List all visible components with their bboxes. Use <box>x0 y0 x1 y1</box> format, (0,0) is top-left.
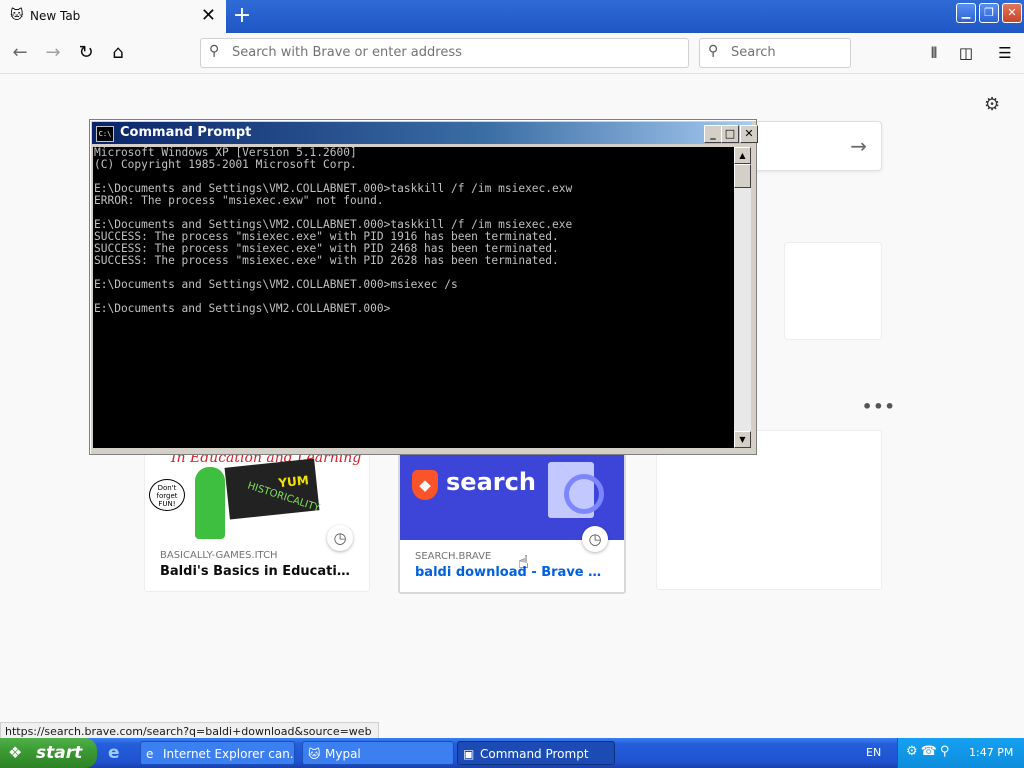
search-bar-placeholder: Search <box>731 45 776 60</box>
brave-lion-icon: ◆ <box>412 470 438 500</box>
search-icon: ⚲ <box>708 43 719 59</box>
reload-icon[interactable]: ↻ <box>74 41 98 65</box>
thumbnail-word: search <box>446 468 536 496</box>
newtab-search-box[interactable]: → <box>740 121 882 171</box>
top-site-tile-empty <box>784 242 882 340</box>
windows-logo-icon: ❖ <box>8 743 23 762</box>
clock-icon: ◷ <box>327 525 353 551</box>
taskbar-item-mypal[interactable]: 🐱 Mypal <box>302 741 454 765</box>
home-icon[interactable]: ⌂ <box>106 41 130 65</box>
chalkboard-word: YUM <box>277 473 310 491</box>
console-line: SUCCESS: The process "msiexec.exe" with … <box>94 254 559 267</box>
command-prompt-window[interactable]: C:\ Command Prompt _ □ ✕ Microsoft Windo… <box>89 119 758 455</box>
taskbar-item-label: Internet Explorer can... <box>163 747 295 761</box>
arrow-right-icon[interactable]: → <box>850 134 867 158</box>
browser-toolbar: ← → ↻ ⌂ ⚲ Search with Brave or enter add… <box>0 33 1024 74</box>
close-button[interactable]: ✕ <box>740 125 758 143</box>
sidebar-icon[interactable]: ◫ <box>956 43 976 63</box>
card-title: Baldi's Basics in Education a... <box>160 564 355 579</box>
taskbar-item-internet-explorer[interactable]: e Internet Explorer can... <box>140 741 295 765</box>
hand-cursor-icon: ☝ <box>518 552 529 573</box>
mypal-icon: 🐱 <box>308 747 321 761</box>
scroll-down-arrow-icon[interactable]: ▼ <box>734 431 751 448</box>
maximize-button[interactable]: □ <box>721 125 739 143</box>
clock-icon: ◷ <box>582 526 608 552</box>
cmd-scrollbar[interactable]: ▲ ▼ <box>734 147 751 448</box>
language-indicator[interactable]: EN <box>866 746 881 759</box>
card-source: BASICALLY-GAMES.ITCH <box>160 550 278 561</box>
more-options-icon[interactable]: ••• <box>862 397 896 416</box>
cmd-icon: ▣ <box>463 747 475 761</box>
console-line: ERROR: The process "msiexec.exw" not fou… <box>94 194 384 207</box>
minimize-button[interactable]: _ <box>704 125 722 143</box>
browser-favicon-icon: 🐱 <box>10 8 24 23</box>
card-title: baldi download - Brave Sear... <box>415 565 610 580</box>
magnifier-illustration <box>564 474 604 514</box>
chalkboard-image: YUM HISTORICALITY <box>224 458 321 520</box>
start-button[interactable]: ❖ start <box>0 738 97 768</box>
taskbar-item-command-prompt[interactable]: ▣ Command Prompt <box>457 741 615 765</box>
search-icon: ⚲ <box>209 43 220 59</box>
address-bar-placeholder: Search with Brave or enter address <box>232 45 462 60</box>
new-tab-button[interactable]: + <box>231 3 253 29</box>
internet-explorer-icon[interactable]: e <box>108 743 120 763</box>
back-arrow-icon[interactable]: ← <box>8 41 32 65</box>
scrollbar-thumb[interactable] <box>734 164 751 188</box>
window-close-button[interactable]: ✕ <box>1002 3 1022 23</box>
gear-icon[interactable]: ⚙ <box>984 94 1000 115</box>
internet-explorer-icon: e <box>146 747 154 761</box>
start-label: start <box>36 743 83 763</box>
taskbar: ❖ start e e Internet Explorer can... 🐱 M… <box>0 738 1024 768</box>
card-source: SEARCH.BRAVE <box>415 551 492 562</box>
tray-clock[interactable]: 1:47 PM <box>969 746 1013 759</box>
system-tray: ⚙☎⚲ 1:47 PM <box>897 738 1024 768</box>
highlight-card[interactable]: ◆ search ◷ SEARCH.BRAVE baldi download -… <box>398 452 626 594</box>
cmd-title: Command Prompt <box>120 125 252 140</box>
taskbar-item-label: Mypal <box>325 747 361 761</box>
console-prompt-line: E:\Documents and Settings\VM2.COLLABNET.… <box>94 302 391 315</box>
tray-icons[interactable]: ⚙☎⚲ <box>906 744 952 759</box>
speech-bubble: Don't forget FUN! <box>149 479 185 511</box>
tab-title: New Tab <box>30 9 81 23</box>
address-bar[interactable]: ⚲ Search with Brave or enter address <box>200 38 689 68</box>
cmd-title-bar[interactable]: C:\ Command Prompt _ □ ✕ <box>92 122 758 144</box>
tab-new-tab[interactable]: 🐱 New Tab ✕ <box>0 0 226 33</box>
highlight-card[interactable]: In Education and Learning YUM HISTORICAL… <box>144 452 370 592</box>
browser-tab-strip: 🐱 New Tab ✕ + ▁ ❐ ✕ <box>0 0 1024 33</box>
taskbar-item-label: Command Prompt <box>480 747 589 761</box>
search-bar[interactable]: ⚲ Search <box>699 38 851 68</box>
console-line: (C) Copyright 1985-2001 Microsoft Corp. <box>94 158 357 171</box>
console-output[interactable]: Microsoft Windows XP [Version 5.1.2600] … <box>93 147 734 448</box>
cmd-app-icon: C:\ <box>96 126 114 142</box>
hamburger-menu-icon[interactable]: ☰ <box>995 43 1015 63</box>
window-restore-button[interactable]: ❐ <box>979 3 999 23</box>
character-figure <box>195 467 225 539</box>
tab-close-icon[interactable]: ✕ <box>201 6 216 26</box>
window-minimize-button[interactable]: ▁ <box>956 3 976 23</box>
forward-arrow-icon[interactable]: → <box>41 41 65 65</box>
scroll-up-arrow-icon[interactable]: ▲ <box>734 147 751 164</box>
library-icon[interactable]: ⫴ <box>924 43 944 63</box>
console-line: E:\Documents and Settings\VM2.COLLABNET.… <box>94 278 458 291</box>
